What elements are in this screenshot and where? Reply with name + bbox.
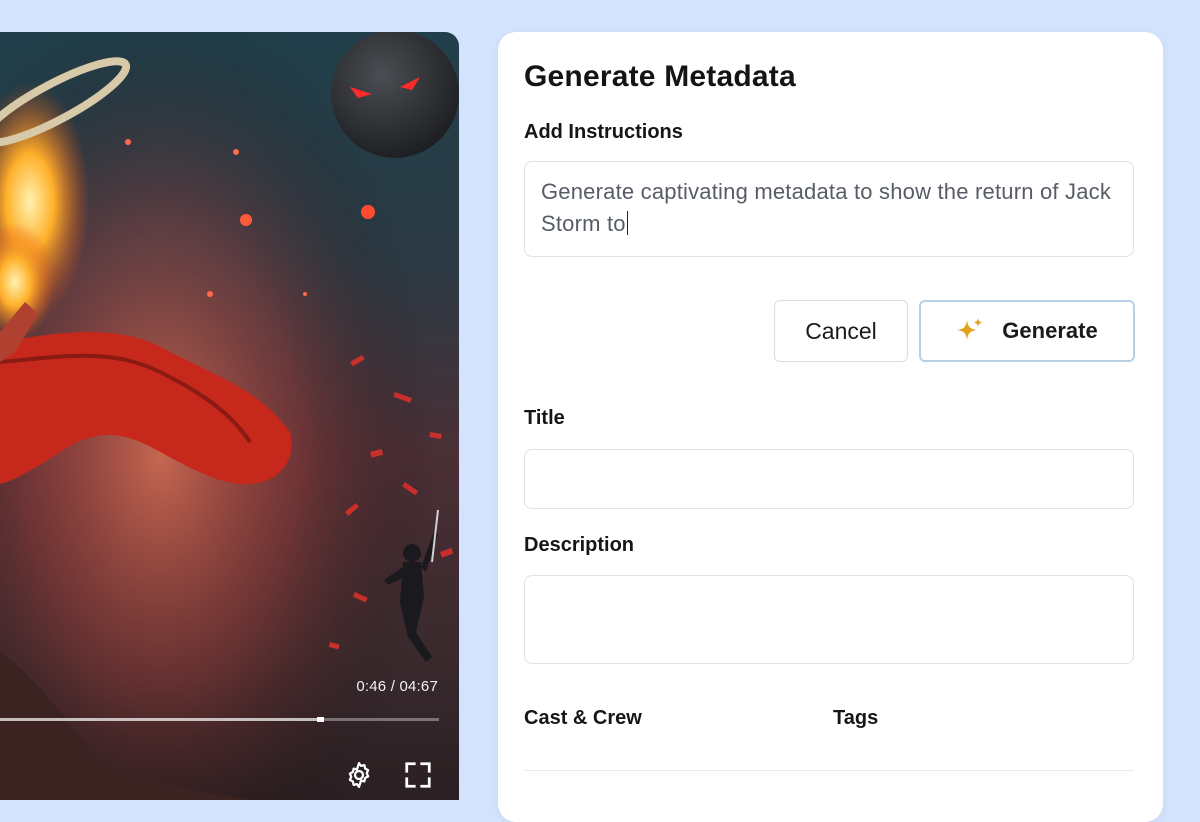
- title-input[interactable]: [524, 449, 1134, 509]
- video-timecode: 0:46 / 04:67: [356, 678, 438, 695]
- sparkle-icon: [957, 318, 983, 340]
- generate-metadata-panel: Generate Metadata Add Instructions Gener…: [498, 32, 1163, 822]
- video-player[interactable]: 0:46 / 04:67: [0, 32, 459, 800]
- video-progress-fill: [0, 718, 321, 721]
- description-input[interactable]: [524, 575, 1134, 664]
- instructions-label: Add Instructions: [524, 121, 683, 143]
- generate-button-label: Generate: [1002, 318, 1098, 343]
- fullscreen-icon[interactable]: [403, 760, 433, 790]
- divider: [524, 770, 1134, 771]
- cast-crew-label: Cast & Crew: [524, 707, 642, 729]
- cancel-button[interactable]: Cancel: [774, 300, 908, 362]
- text-caret: [626, 211, 629, 235]
- settings-icon[interactable]: [344, 760, 374, 790]
- tags-label: Tags: [833, 707, 879, 729]
- panel-title: Generate Metadata: [524, 60, 796, 93]
- video-progress-bar[interactable]: [0, 717, 439, 722]
- generate-button[interactable]: Generate: [919, 300, 1135, 362]
- video-progress-handle[interactable]: [317, 717, 325, 722]
- title-label: Title: [524, 407, 565, 429]
- instructions-input[interactable]: Generate captivating metadata to show th…: [524, 161, 1134, 257]
- cancel-button-label: Cancel: [805, 317, 877, 344]
- description-label: Description: [524, 534, 635, 556]
